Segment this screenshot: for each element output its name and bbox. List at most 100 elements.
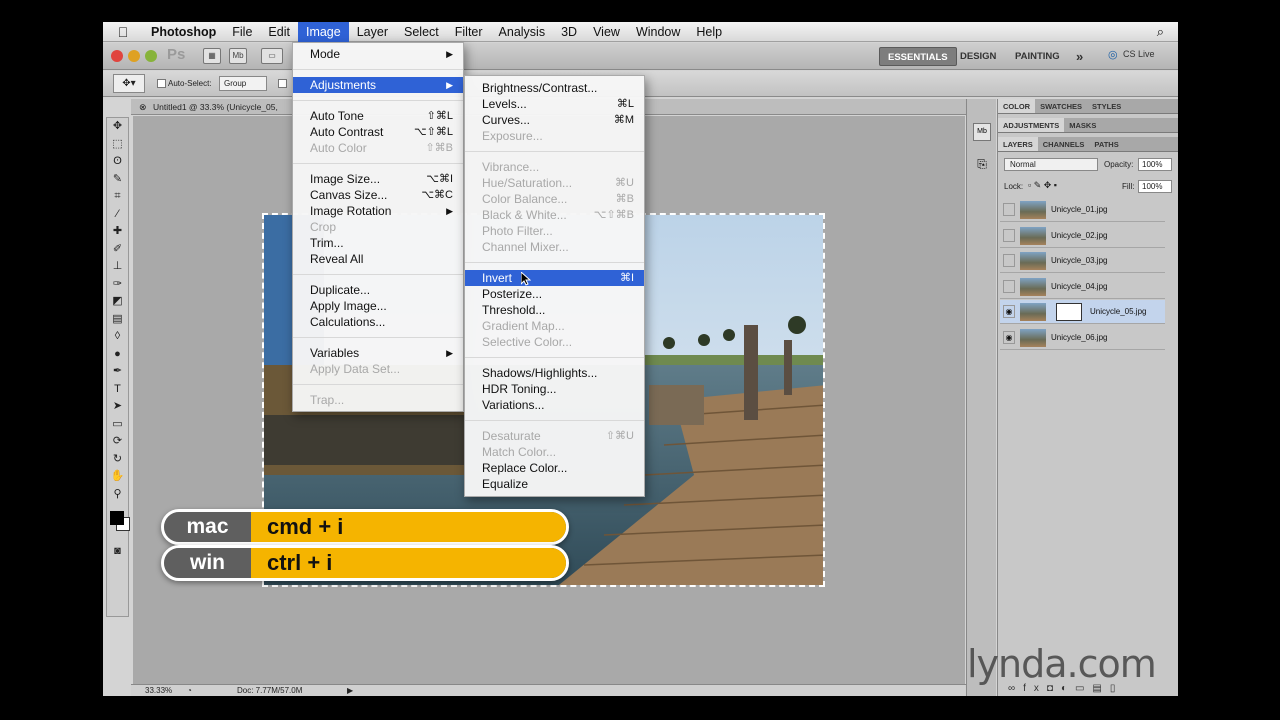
tab-channels[interactable]: CHANNELS bbox=[1038, 137, 1090, 151]
adjustments-item-shadows-highlights[interactable]: Shadows/Highlights... bbox=[465, 365, 644, 381]
marquee-tool-icon[interactable]: ⬚ bbox=[107, 136, 128, 154]
mini-bridge-panel-icon[interactable]: Mb bbox=[973, 123, 991, 141]
menu-window[interactable]: Window bbox=[628, 22, 688, 42]
3d-orbit-tool-icon[interactable]: ↻ bbox=[107, 451, 128, 469]
close-window-button[interactable] bbox=[111, 50, 123, 62]
adjustments-item-hdr-toning[interactable]: HDR Toning... bbox=[465, 381, 644, 397]
image-menu-item-duplicate[interactable]: Duplicate... bbox=[293, 282, 463, 298]
move-tool-icon[interactable]: ✥ bbox=[107, 118, 128, 136]
close-tab-icon[interactable]: ⊗ bbox=[139, 99, 147, 115]
image-menu-item-calculations[interactable]: Calculations... bbox=[293, 314, 463, 330]
layer-visibility-eye-icon[interactable] bbox=[1003, 279, 1015, 293]
more-workspaces-icon[interactable]: » bbox=[1068, 47, 1091, 66]
crop-tool-icon[interactable]: ⌗ bbox=[107, 188, 128, 206]
apple-icon[interactable]:  bbox=[103, 24, 143, 40]
layer-visibility-eye-icon[interactable] bbox=[1003, 203, 1015, 216]
zoom-tool-icon[interactable]: ⚲ bbox=[107, 486, 128, 504]
image-menu-item-variables[interactable]: Variables ▶ bbox=[293, 345, 463, 361]
adjustments-item-variations[interactable]: Variations... bbox=[465, 397, 644, 413]
spotlight-search-icon[interactable]: ⌕ bbox=[1157, 24, 1164, 40]
layer-row[interactable]: Unicycle_01.jpg bbox=[1000, 198, 1165, 222]
cs-live-label[interactable]: CS Live bbox=[1123, 49, 1155, 59]
image-menu-item-auto-tone[interactable]: Auto Tone ⇧⌘L bbox=[293, 108, 463, 124]
quick-selection-tool-icon[interactable]: ✎ bbox=[107, 171, 128, 189]
cs-live-icon[interactable]: ◎ bbox=[1108, 48, 1118, 61]
move-tool-preset-picker[interactable]: ✥▾ bbox=[113, 74, 145, 93]
image-menu-item-canvas-size[interactable]: Canvas Size... ⌥⌘C bbox=[293, 187, 463, 203]
launch-bridge-icon[interactable]: ▦ bbox=[203, 48, 221, 64]
adjustments-item-threshold[interactable]: Threshold... bbox=[465, 302, 644, 318]
menu-edit[interactable]: Edit bbox=[260, 22, 298, 42]
clone-stamp-tool-icon[interactable]: ⊥ bbox=[107, 258, 128, 276]
tab-masks[interactable]: MASKS bbox=[1064, 118, 1101, 132]
menu-select[interactable]: Select bbox=[396, 22, 447, 42]
image-menu-item-apply-image[interactable]: Apply Image... bbox=[293, 298, 463, 314]
fill-field[interactable]: 100% bbox=[1138, 180, 1172, 193]
gradient-tool-icon[interactable]: ▤ bbox=[107, 311, 128, 329]
tab-paths[interactable]: PATHS bbox=[1089, 137, 1123, 151]
workspace-painting[interactable]: PAINTING bbox=[1007, 47, 1068, 66]
image-menu-item-reveal-all[interactable]: Reveal All bbox=[293, 251, 463, 267]
image-menu-item-adjustments[interactable]: Adjustments ▶ bbox=[293, 77, 463, 93]
layer-mask-thumbnail[interactable] bbox=[1056, 303, 1082, 321]
workspace-design[interactable]: DESIGN bbox=[952, 47, 1004, 66]
dodge-tool-icon[interactable]: ● bbox=[107, 346, 128, 364]
lasso-tool-icon[interactable]: ʘ bbox=[107, 153, 128, 171]
image-menu-item-image-rotation[interactable]: Image Rotation ▶ bbox=[293, 203, 463, 219]
zoom-window-button[interactable] bbox=[145, 50, 157, 62]
menu-analysis[interactable]: Analysis bbox=[491, 22, 554, 42]
brush-tool-icon[interactable]: ✐ bbox=[107, 241, 128, 259]
minimize-window-button[interactable] bbox=[128, 50, 140, 62]
layer-row[interactable]: ◉ Unicycle_06.jpg bbox=[1000, 326, 1165, 350]
layer-visibility-eye-icon[interactable]: ◉ bbox=[1003, 330, 1015, 344]
healing-brush-tool-icon[interactable]: ✚ bbox=[107, 223, 128, 241]
layer-row[interactable]: ◉ Unicycle_05.jpg bbox=[1000, 300, 1165, 324]
view-extras-icon[interactable]: ▭ bbox=[261, 48, 283, 64]
adjustments-item-levels[interactable]: Levels... ⌘L bbox=[465, 96, 644, 112]
tab-layers[interactable]: LAYERS bbox=[998, 137, 1038, 151]
layer-row[interactable]: Unicycle_03.jpg bbox=[1000, 249, 1165, 273]
history-panel-icon[interactable]: ⎘ bbox=[973, 157, 991, 175]
menu-3d[interactable]: 3D bbox=[553, 22, 585, 42]
menu-file[interactable]: File bbox=[224, 22, 260, 42]
show-transform-checkbox[interactable] bbox=[278, 79, 287, 88]
pen-tool-icon[interactable]: ✒ bbox=[107, 363, 128, 381]
image-menu-item-image-size[interactable]: Image Size... ⌥⌘I bbox=[293, 171, 463, 187]
type-tool-icon[interactable]: T bbox=[107, 381, 128, 399]
eraser-tool-icon[interactable]: ◩ bbox=[107, 293, 128, 311]
tab-styles[interactable]: STYLES bbox=[1087, 99, 1126, 113]
auto-select-dropdown[interactable]: Group bbox=[219, 76, 267, 91]
adjustments-item-replace-color[interactable]: Replace Color... bbox=[465, 460, 644, 476]
image-menu-item-trim[interactable]: Trim... bbox=[293, 235, 463, 251]
auto-select-checkbox[interactable] bbox=[157, 79, 166, 88]
layer-visibility-eye-icon[interactable] bbox=[1003, 254, 1015, 267]
hand-tool-icon[interactable]: ✋ bbox=[107, 468, 128, 486]
menu-help[interactable]: Help bbox=[688, 22, 730, 42]
adjustments-item-equalize[interactable]: Equalize bbox=[465, 476, 644, 492]
document-tab[interactable]: Untitled1 @ 33.3% (Unicycle_05, bbox=[153, 99, 278, 115]
menu-view[interactable]: View bbox=[585, 22, 628, 42]
quick-mask-icon[interactable]: ◙ bbox=[107, 543, 128, 561]
status-menu-arrow-icon[interactable]: ▶ bbox=[347, 685, 353, 696]
blend-mode-dropdown[interactable]: Normal bbox=[1004, 158, 1098, 171]
layer-visibility-eye-icon[interactable] bbox=[1003, 228, 1015, 242]
opacity-field[interactable]: 100% bbox=[1138, 158, 1172, 171]
adjustments-item-brightness-contrast[interactable]: Brightness/Contrast... bbox=[465, 80, 644, 96]
image-menu-item-mode[interactable]: Mode ▶ bbox=[293, 46, 463, 62]
zoom-level[interactable]: 33.33% bbox=[145, 685, 172, 696]
tab-color[interactable]: COLOR bbox=[998, 99, 1036, 113]
menu-filter[interactable]: Filter bbox=[447, 22, 491, 42]
tab-adjustments[interactable]: ADJUSTMENTS bbox=[998, 118, 1065, 132]
foreground-color-swatch[interactable] bbox=[110, 511, 124, 525]
3d-rotate-tool-icon[interactable]: ⟳ bbox=[107, 433, 128, 451]
blur-tool-icon[interactable]: ◊ bbox=[107, 328, 128, 346]
mini-bridge-icon[interactable]: Mb bbox=[229, 48, 247, 64]
workspace-essentials[interactable]: ESSENTIALS bbox=[879, 47, 957, 66]
adjustments-item-invert[interactable]: Invert ⌘I bbox=[465, 270, 644, 286]
adjustments-item-posterize[interactable]: Posterize... bbox=[465, 286, 644, 302]
layer-row[interactable]: Unicycle_02.jpg bbox=[1000, 224, 1165, 248]
menu-photoshop[interactable]: Photoshop bbox=[143, 22, 224, 42]
layer-visibility-eye-icon[interactable]: ◉ bbox=[1003, 305, 1015, 318]
lock-icons[interactable]: ▫ ✎ ✥ ▪ bbox=[1028, 180, 1057, 191]
tab-swatches[interactable]: SWATCHES bbox=[1035, 99, 1087, 113]
